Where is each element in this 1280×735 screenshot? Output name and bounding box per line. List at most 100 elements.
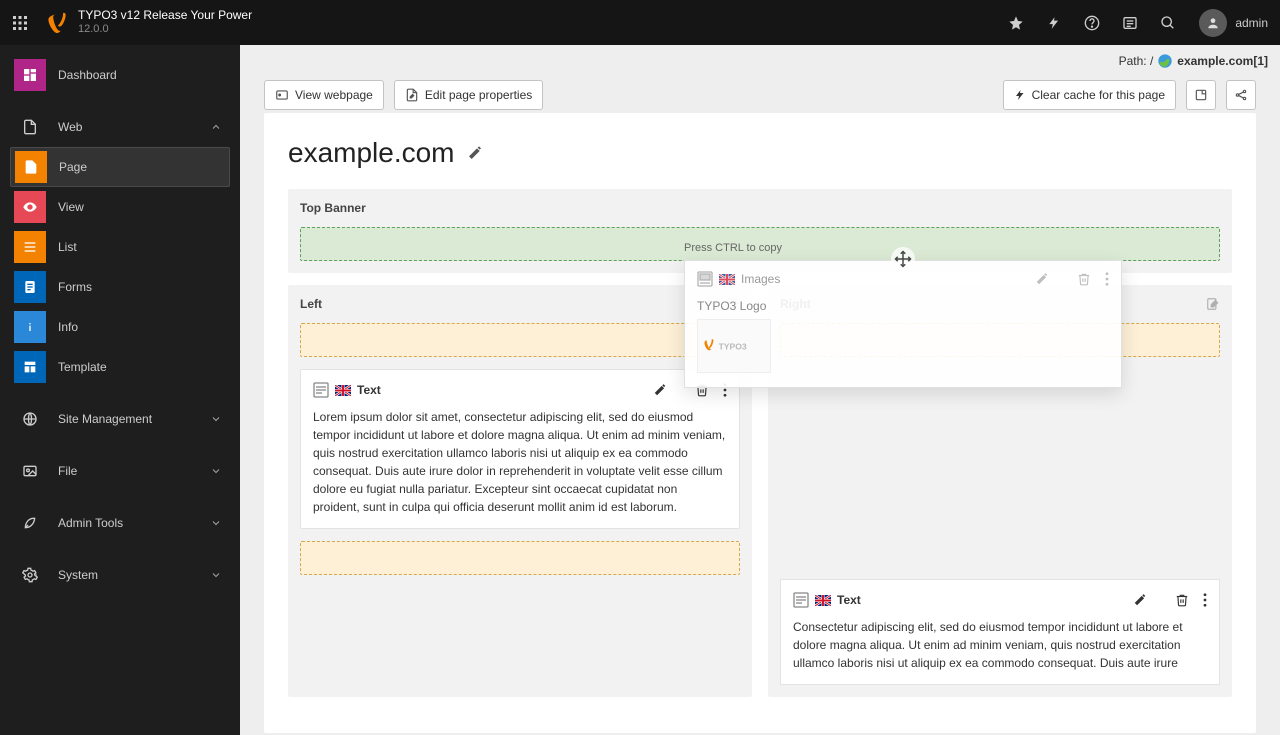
lightning-icon <box>1047 15 1061 31</box>
pencil-icon <box>1133 593 1147 607</box>
typo3-logo-icon <box>46 11 70 35</box>
dropzone[interactable] <box>300 541 740 575</box>
more-content-button[interactable] <box>1105 272 1109 286</box>
clear-cache-button[interactable]: Clear cache for this page <box>1003 80 1176 110</box>
create-content-button[interactable] <box>1186 80 1216 110</box>
edit-title-button[interactable] <box>467 145 483 161</box>
page-title: example.com <box>288 137 455 169</box>
page-toolbar: View webpage Edit page properties Clear … <box>240 77 1280 113</box>
app-switcher-button[interactable] <box>0 0 40 45</box>
sidebar-item-label: Info <box>58 320 78 334</box>
button-label: View webpage <box>295 88 373 102</box>
sidebar-item-view[interactable]: View <box>10 187 230 227</box>
drag-hint: Press CTRL to copy <box>684 242 782 254</box>
share-icon <box>1234 88 1248 102</box>
pencil-icon <box>653 383 667 397</box>
gear-icon <box>22 567 38 583</box>
bookmarks-button[interactable] <box>997 0 1035 45</box>
sidebar-item-page[interactable]: Page <box>10 147 230 187</box>
path-prefix: Path: / <box>1119 54 1154 68</box>
sidebar-item-forms[interactable]: Forms <box>10 267 230 307</box>
edit-content-button[interactable] <box>1133 593 1147 607</box>
document-icon <box>22 119 38 135</box>
search-button[interactable] <box>1149 0 1187 45</box>
globe-icon <box>22 411 38 427</box>
sidebar-item-label: Forms <box>58 280 92 294</box>
more-content-button[interactable] <box>1203 593 1207 607</box>
edit-page-properties-button[interactable]: Edit page properties <box>394 80 543 110</box>
svg-text:TYPO3: TYPO3 <box>719 341 747 351</box>
column-header: Left <box>300 297 322 311</box>
rocket-icon <box>22 515 38 531</box>
path-page: example.com <box>1177 54 1253 68</box>
path-suffix: [1] <box>1253 54 1268 68</box>
dragging-content-element[interactable]: Images TYPO3 Logo TYPO3 <box>684 260 1122 388</box>
more-vertical-icon <box>1105 272 1109 286</box>
chevron-down-icon <box>210 569 222 581</box>
search-icon <box>1160 15 1176 31</box>
pencil-icon <box>1035 272 1049 286</box>
share-button[interactable] <box>1226 80 1256 110</box>
note-icon <box>1194 88 1208 102</box>
sidebar-group-file[interactable]: File <box>10 451 230 491</box>
content-type-label: Images <box>741 272 780 286</box>
breadcrumb: Path: / example.com [1] <box>240 45 1280 77</box>
sidebar-item-template[interactable]: Template <box>10 347 230 387</box>
column-header: Top Banner <box>300 201 1220 215</box>
delete-content-button[interactable] <box>1175 593 1189 607</box>
sidebar-item-dashboard[interactable]: Dashboard <box>10 55 230 95</box>
lightning-icon <box>1014 88 1026 102</box>
view-webpage-button[interactable]: View webpage <box>264 80 384 110</box>
column-left: Left <box>288 285 752 697</box>
drag-thumbnail: TYPO3 <box>697 319 771 373</box>
help-button[interactable] <box>1073 0 1111 45</box>
content-element-text[interactable]: Text Consectetur adipiscing elit, sed do… <box>780 579 1220 685</box>
edit-content-button[interactable] <box>653 383 667 397</box>
delete-content-button[interactable] <box>1077 272 1091 286</box>
language-flag-icon <box>815 595 831 606</box>
brand-area[interactable]: TYPO3 v12 Release Your Power 12.0.0 <box>40 0 264 45</box>
move-icon <box>894 250 912 268</box>
sidebar-group-label: Web <box>58 120 82 134</box>
user-icon <box>1206 16 1220 30</box>
module-sidebar: Dashboard Web Page View List Forms Info Templ… <box>0 45 240 735</box>
sidebar-group-system[interactable]: System <box>10 555 230 595</box>
globe-icon <box>1157 53 1173 69</box>
page-edit-icon <box>405 88 419 102</box>
clear-cache-menu-button[interactable] <box>1035 0 1073 45</box>
sidebar-group-label: Admin Tools <box>58 516 123 530</box>
sidebar-group-site-management[interactable]: Site Management <box>10 399 230 439</box>
sidebar-item-list[interactable]: List <box>10 227 230 267</box>
content-body: Consectetur adipiscing elit, sed do eius… <box>793 618 1207 672</box>
sidebar-group-admin-tools[interactable]: Admin Tools <box>10 503 230 543</box>
topbar: TYPO3 v12 Release Your Power 12.0.0 admi… <box>0 0 1280 45</box>
button-label: Edit page properties <box>425 88 532 102</box>
sidebar-item-label: List <box>58 240 77 254</box>
dropzone[interactable] <box>300 323 740 357</box>
content-type-icon <box>313 382 329 398</box>
list-icon <box>1122 15 1138 31</box>
content-element-text[interactable]: Text Lorem ipsum dolor sit amet, consect… <box>300 369 740 529</box>
move-handle[interactable] <box>891 247 915 271</box>
more-vertical-icon <box>1203 593 1207 607</box>
sidebar-item-label: Page <box>59 160 87 174</box>
sidebar-group-web[interactable]: Web <box>10 107 230 147</box>
sidebar-group-label: File <box>58 464 77 478</box>
user-menu[interactable]: admin <box>1187 0 1280 45</box>
avatar <box>1199 9 1227 37</box>
content-type-label: Text <box>837 593 861 607</box>
sidebar-item-label: Template <box>58 360 107 374</box>
content-area: Path: / example.com [1] View webpage Edi… <box>240 45 1280 735</box>
dashboard-icon <box>22 67 38 83</box>
edit-content-button[interactable] <box>1035 272 1049 286</box>
system-info-button[interactable] <box>1111 0 1149 45</box>
chevron-down-icon <box>210 413 222 425</box>
sidebar-group-label: System <box>58 568 98 582</box>
sidebar-item-label: Dashboard <box>58 68 117 82</box>
sidebar-item-info[interactable]: Info <box>10 307 230 347</box>
button-label: Clear cache for this page <box>1032 88 1165 102</box>
edit-column-button[interactable] <box>1206 297 1220 311</box>
typo3-thumb-icon: TYPO3 <box>704 335 764 357</box>
sidebar-group-label: Site Management <box>58 412 152 426</box>
brand-version: 12.0.0 <box>78 23 252 36</box>
